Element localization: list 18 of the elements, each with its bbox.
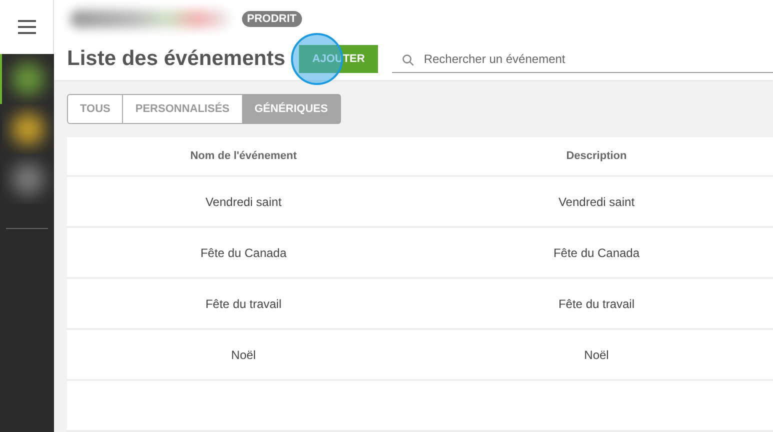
environment-badge: PRODRIT <box>242 11 302 28</box>
column-header: Nom de l'événement <box>189 150 298 162</box>
filter-tab[interactable]: GÉNÉRIQUES <box>242 94 341 124</box>
page-title: Liste des événements <box>67 47 286 72</box>
table-cell-text: Fête du travail <box>557 296 636 310</box>
search-field[interactable]: Rechercher un événement <box>392 46 773 72</box>
table-cell-text: Noël <box>583 348 610 362</box>
table-cell-text: Noël <box>230 348 257 362</box>
table-cell-text: Fête du travail <box>204 296 283 310</box>
menu-icon[interactable] <box>18 20 36 34</box>
table-cell-text: Vendredi saint <box>557 194 636 208</box>
search-icon <box>402 54 414 66</box>
filter-tab[interactable]: TOUS <box>67 94 124 124</box>
filter-tab[interactable]: PERSONNALISÉS <box>123 94 242 124</box>
table-cell-text: Vendredi saint <box>204 194 283 208</box>
column-header: Description <box>565 150 628 162</box>
table-cell-text: Fête du Canada <box>199 246 288 260</box>
table-cell-text: Fête du Canada <box>552 246 641 260</box>
